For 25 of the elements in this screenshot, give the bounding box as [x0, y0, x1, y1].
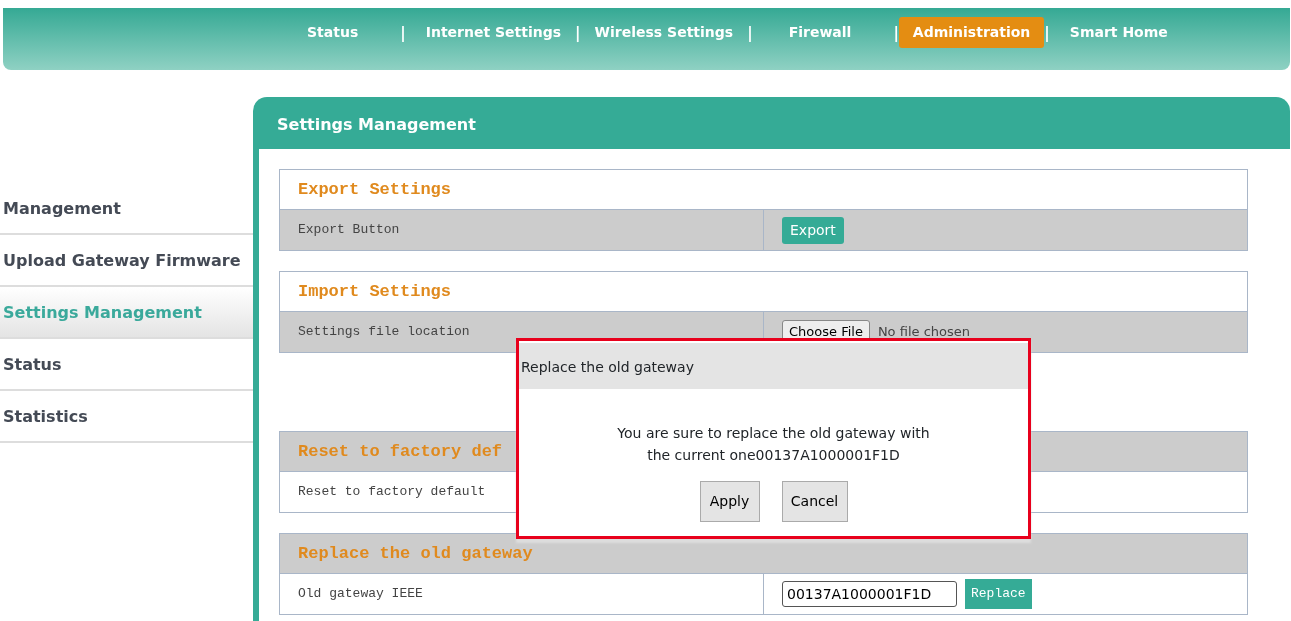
nav-tab[interactable]: Internet Settings: [411, 17, 576, 48]
field-label: Export Button: [298, 222, 400, 237]
section-title: Replace the old gateway: [280, 534, 1247, 574]
gateway-id-field[interactable]: 00137A1000001F1D: [782, 581, 957, 607]
nav-separator: |: [400, 23, 406, 44]
nav-tab[interactable]: Wireless Settings: [580, 17, 748, 48]
export-button[interactable]: Export: [782, 216, 844, 244]
field-label: Old gateway IEEE: [298, 586, 423, 601]
nav-tab[interactable]: Firewall: [774, 17, 866, 48]
nav-tab[interactable]: Smart Home: [1055, 17, 1182, 48]
panel-title: Settings Management: [276, 114, 477, 136]
field-label: Settings file location: [298, 324, 470, 339]
file-status-text: No file chosen: [877, 323, 970, 342]
nav-tab[interactable]: Status: [293, 17, 373, 48]
nav-separator: |: [893, 23, 899, 44]
nav-separator: |: [575, 23, 581, 44]
nav-separator: |: [747, 23, 753, 44]
dialog-message: the current one00137A1000001F1D: [646, 446, 901, 465]
nav-separator: |: [1044, 23, 1050, 44]
dialog-button[interactable]: Apply: [699, 481, 760, 522]
dialog-button[interactable]: Cancel: [781, 481, 848, 522]
nav-tab[interactable]: Administration: [898, 17, 1045, 48]
dialog-title: Replace the old gateway: [519, 343, 1028, 389]
replace-button[interactable]: Replace: [965, 579, 1032, 609]
field-label: Reset to factory default: [298, 484, 486, 499]
